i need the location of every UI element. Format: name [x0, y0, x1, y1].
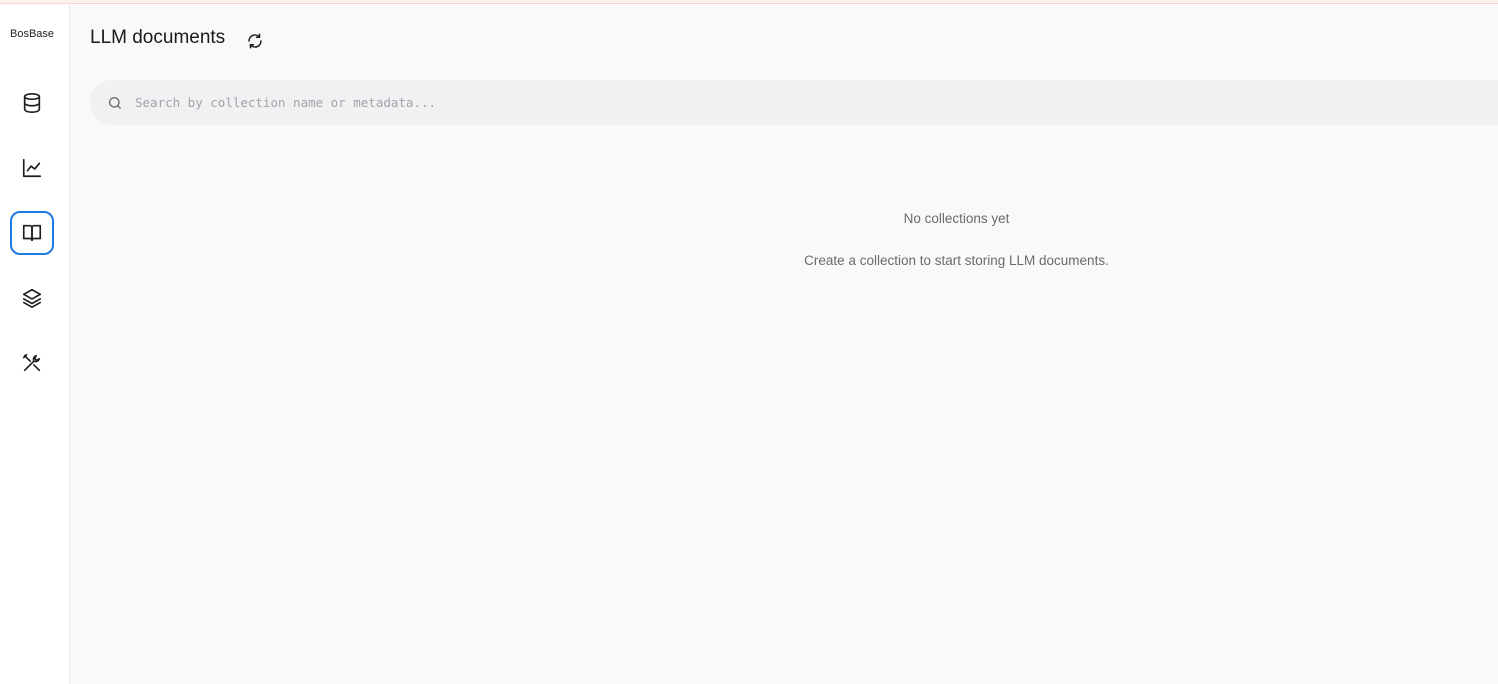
refresh-icon: [248, 33, 262, 49]
brand-logo-text: BosBase: [9, 28, 55, 40]
book-open-icon: [22, 224, 42, 242]
layers-icon: [22, 288, 42, 308]
search-input[interactable]: [133, 94, 1337, 111]
search-bar: [90, 80, 1498, 125]
line-chart-icon: [22, 158, 42, 178]
empty-state-description: Create a collection to start storing LLM…: [804, 253, 1109, 268]
tools-icon: [22, 353, 41, 372]
sidebar-item-analytics[interactable]: [10, 146, 54, 190]
sidebar: BosBase: [0, 5, 70, 684]
search-icon: [107, 95, 123, 111]
page-title: LLM documents: [90, 27, 226, 48]
empty-state-title: No collections yet: [903, 211, 1010, 226]
sidebar-item-collections[interactable]: [10, 81, 54, 125]
sidebar-item-layers[interactable]: [10, 276, 54, 320]
database-icon: [23, 93, 41, 113]
refresh-button[interactable]: [245, 31, 265, 51]
top-accent-line: [0, 0, 1498, 4]
main-content: LLM documents No collections yet Create …: [70, 5, 1498, 684]
sidebar-item-llm-documents[interactable]: [10, 211, 54, 255]
sidebar-item-tools[interactable]: [10, 341, 54, 385]
